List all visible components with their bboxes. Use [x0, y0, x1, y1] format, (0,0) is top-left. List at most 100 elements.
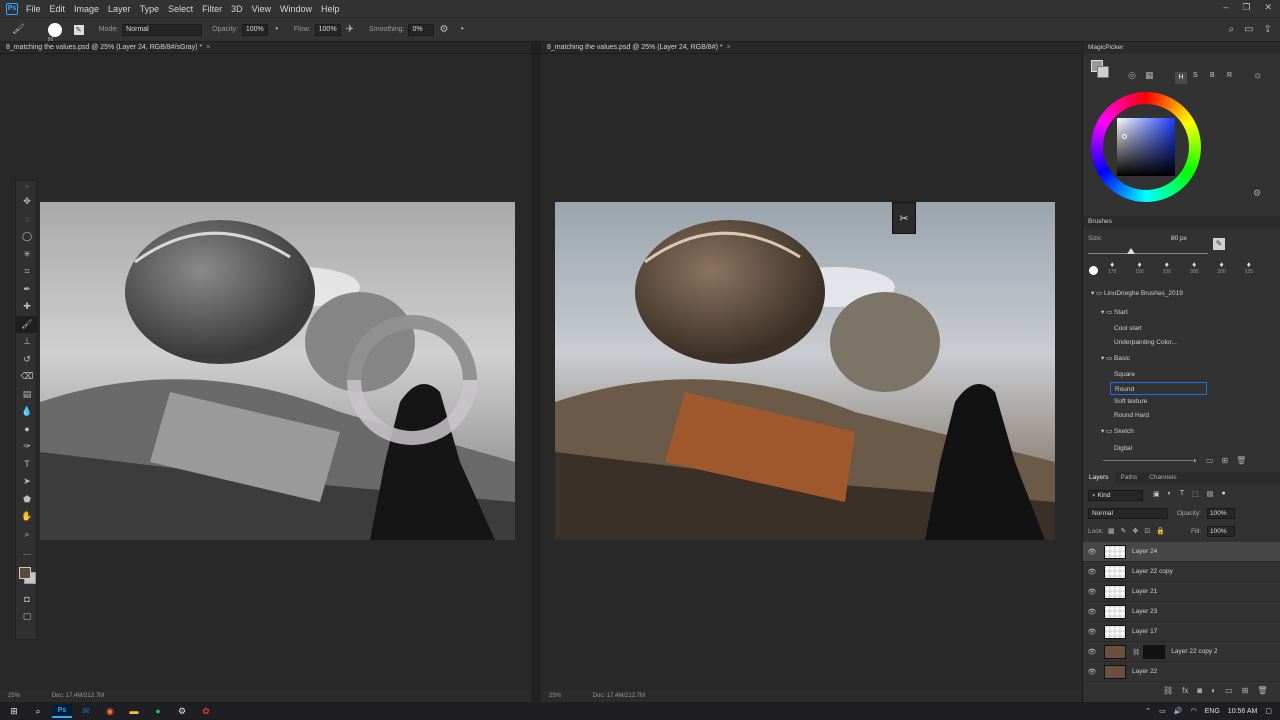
flow-input[interactable]: 100%: [314, 23, 341, 36]
network-icon[interactable]: ▭: [1159, 707, 1166, 715]
lasso-tool-icon[interactable]: ◯: [16, 228, 38, 246]
brush-group-start[interactable]: ▾ ▭ Start: [1083, 306, 1280, 319]
pen-tool-icon[interactable]: ✑: [16, 438, 38, 456]
canvas-left[interactable]: [40, 202, 515, 540]
spotify-icon[interactable]: ●: [148, 704, 168, 718]
layer-opacity-input[interactable]: 100%: [1207, 508, 1235, 519]
history-brush-icon[interactable]: ↺: [16, 351, 38, 369]
preset-100[interactable]: ♦ 100: [1163, 260, 1171, 282]
app-icon[interactable]: ✿: [196, 704, 216, 718]
brush-group-sketch[interactable]: ▾ ▭ Sketch: [1083, 425, 1280, 438]
layer-row[interactable]: 👁 Layer 22 copy: [1083, 562, 1280, 582]
brush-item[interactable]: Round Hard: [1083, 409, 1280, 422]
brush-tool-icon[interactable]: 🖌: [16, 315, 38, 333]
magic-wand-icon[interactable]: ✳: [16, 246, 38, 264]
brush-folder-root[interactable]: ▾ ▭ LinoDrieghe Brushes_2019: [1083, 287, 1280, 300]
outlook-icon[interactable]: ✉: [76, 704, 96, 718]
workspace-icon[interactable]: ▭: [1244, 24, 1253, 35]
lock-paint-icon[interactable]: ✎: [1121, 527, 1127, 535]
firefox-icon[interactable]: ◉: [100, 704, 120, 718]
zoom-level[interactable]: 25%: [8, 693, 20, 699]
pixel-filter-icon[interactable]: ▣: [1153, 490, 1160, 498]
new-group-icon[interactable]: ▭: [1225, 686, 1233, 695]
type-filter-icon[interactable]: T: [1180, 490, 1184, 498]
adjustment-filter-icon[interactable]: ◐: [1168, 490, 1172, 498]
tab-channels[interactable]: Channels: [1143, 472, 1182, 484]
menu-help[interactable]: Help: [321, 4, 340, 14]
minimize-icon[interactable]: –: [1223, 2, 1228, 13]
settings-icon[interactable]: ⚙: [172, 704, 192, 718]
share-icon[interactable]: ⇪: [1264, 24, 1272, 35]
wheel-mode-icon[interactable]: ◎: [1128, 70, 1136, 81]
filter-kind-select[interactable]: ⌕ Kind: [1088, 490, 1143, 501]
path-selection-icon[interactable]: ➤: [16, 473, 38, 491]
mode-b[interactable]: B: [1210, 72, 1215, 79]
visibility-eye-icon[interactable]: 👁: [1083, 628, 1101, 636]
gradient-tool-icon[interactable]: ▤: [16, 386, 38, 404]
menu-type[interactable]: Type: [140, 4, 160, 14]
mode-r[interactable]: R: [1227, 72, 1232, 79]
toolbar-grip[interactable]: »: [16, 181, 38, 193]
restore-icon[interactable]: ❐: [1242, 2, 1250, 13]
size-slider[interactable]: [1088, 253, 1208, 254]
brush-preset-picker[interactable]: 80: [47, 22, 62, 43]
size-slider-thumb[interactable]: [1127, 248, 1135, 254]
mode-h[interactable]: H: [1175, 72, 1187, 84]
color-swatches[interactable]: [16, 561, 36, 591]
blur-tool-icon[interactable]: 💧: [16, 403, 38, 421]
layer-row[interactable]: 👁 Layer 21: [1083, 582, 1280, 602]
canvas-right[interactable]: [555, 202, 1055, 540]
brush-item[interactable]: Cool start: [1083, 322, 1280, 335]
visibility-eye-icon[interactable]: 👁: [1083, 588, 1101, 596]
visibility-eye-icon[interactable]: 👁: [1083, 608, 1101, 616]
opacity-input[interactable]: 100%: [241, 23, 268, 36]
visibility-eye-icon[interactable]: 👁: [1083, 568, 1101, 576]
lock-artboard-icon[interactable]: ⊡: [1144, 527, 1150, 535]
new-folder-icon[interactable]: ▭: [1206, 456, 1214, 465]
preset-175[interactable]: ♦ 175: [1108, 260, 1116, 282]
tab-layers[interactable]: Layers: [1083, 472, 1115, 484]
foreground-color[interactable]: [19, 566, 31, 579]
menu-filter[interactable]: Filter: [202, 4, 222, 14]
preset-200[interactable]: ♦ 200: [1217, 260, 1225, 282]
adjustment-layer-icon[interactable]: ◐: [1211, 686, 1216, 695]
layer-row[interactable]: 👁 Layer 17: [1083, 622, 1280, 642]
healing-tool-icon[interactable]: ✚: [16, 298, 38, 316]
lock-position-icon[interactable]: ✥: [1133, 527, 1139, 535]
saturation-brightness-square[interactable]: [1117, 118, 1175, 176]
new-layer-icon[interactable]: ⊞: [1242, 686, 1249, 695]
shape-tool-icon[interactable]: ⬟: [16, 491, 38, 509]
lock-all-icon[interactable]: 🔒: [1156, 527, 1165, 535]
airbrush-icon[interactable]: ✈: [346, 24, 354, 35]
menu-layer[interactable]: Layer: [108, 4, 131, 14]
brush-tool-icon[interactable]: 🖌: [12, 24, 25, 35]
menu-view[interactable]: View: [252, 4, 271, 14]
delete-layer-icon[interactable]: 🗑: [1257, 686, 1267, 695]
language-indicator[interactable]: ENG: [1205, 708, 1220, 715]
preset-125[interactable]: ♦ 125: [1245, 260, 1253, 282]
menu-window[interactable]: Window: [280, 4, 312, 14]
grid-mode-icon[interactable]: ▦: [1145, 70, 1154, 81]
settings-icon[interactable]: ⚙: [1253, 188, 1261, 199]
add-mask-icon[interactable]: ◙: [1197, 686, 1202, 695]
doc-size[interactable]: Doc: 17.4M/212.7M: [593, 693, 645, 699]
move-tool-icon[interactable]: ✥: [16, 193, 38, 211]
filter-toggle-icon[interactable]: ●: [1221, 490, 1225, 498]
fx-icon[interactable]: fx: [1182, 686, 1188, 695]
eraser-tool-icon[interactable]: ⌫: [16, 368, 38, 386]
splitter[interactable]: [531, 42, 541, 702]
color-swatch-icon[interactable]: [1089, 58, 1117, 80]
search-icon[interactable]: ⌕: [28, 704, 48, 718]
blend-mode-select[interactable]: Normal: [1088, 508, 1168, 519]
preset-150[interactable]: ♦ 150: [1135, 260, 1143, 282]
eyedropper-tool-icon[interactable]: ✒: [16, 281, 38, 299]
menu-3d[interactable]: 3D: [231, 4, 243, 14]
layer-mask-thumbnail[interactable]: [1143, 644, 1166, 659]
link-layers-icon[interactable]: ⛓: [1163, 686, 1173, 695]
stamp-tool-icon[interactable]: ⊥: [16, 333, 38, 351]
tab-paths[interactable]: Paths: [1115, 472, 1144, 484]
photoshop-taskbar-icon[interactable]: Ps: [52, 704, 72, 718]
close-icon[interactable]: ✕: [1264, 2, 1272, 13]
layer-row[interactable]: 👁 Layer 24: [1083, 542, 1280, 562]
shape-filter-icon[interactable]: ⬚: [1192, 490, 1199, 498]
